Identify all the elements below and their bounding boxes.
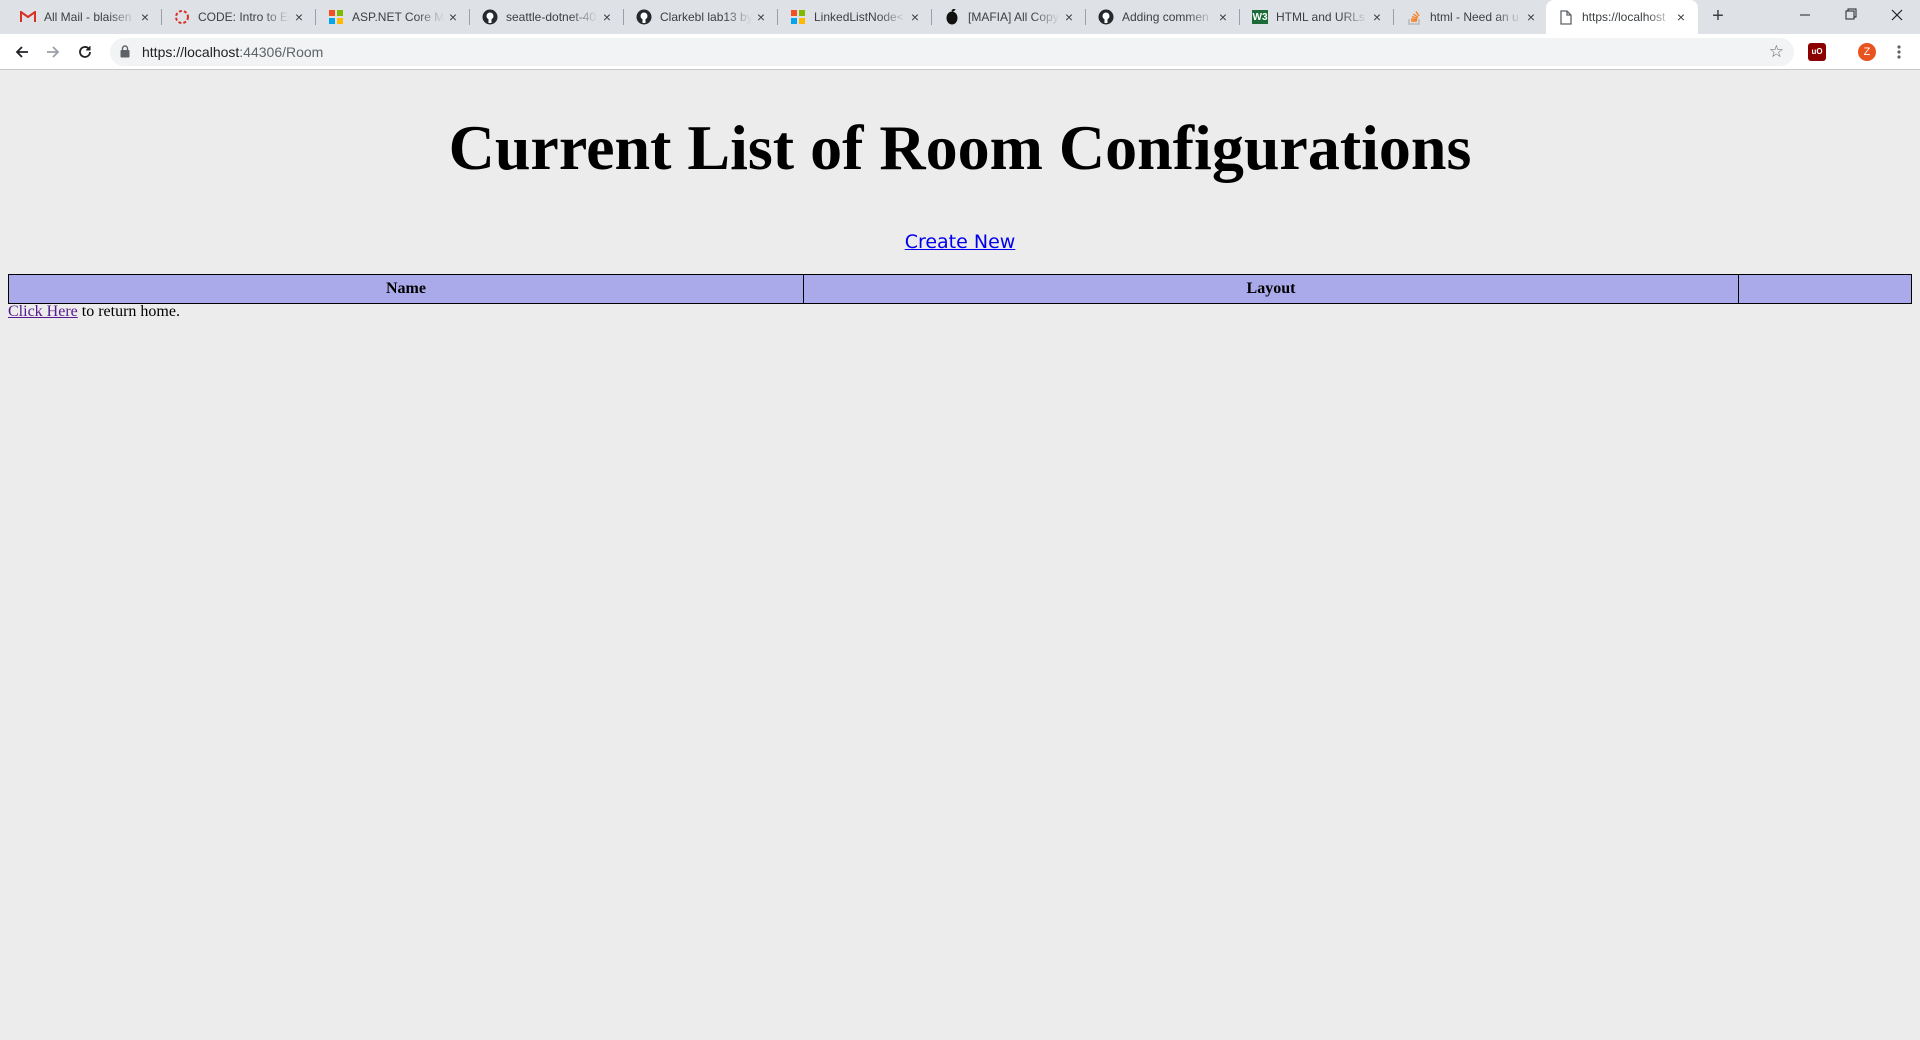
microsoft-icon: [790, 9, 806, 25]
page-content: Current List of Room Configurations Crea…: [0, 71, 1920, 1040]
arrow-right-icon: [47, 46, 60, 58]
profile-avatar[interactable]: Z: [1858, 43, 1876, 61]
tab-title: CODE: Intro to En: [198, 10, 290, 24]
tab-title: All Mail - blaisen: [44, 10, 132, 24]
mafia-icon: [944, 9, 960, 25]
reload-button[interactable]: [73, 40, 97, 64]
close-tab-icon[interactable]: ×: [1370, 10, 1384, 24]
table-header-row: Name Layout: [8, 274, 1912, 304]
w3schools-icon: W3: [1252, 10, 1268, 24]
tab-title: Adding commen: [1122, 10, 1209, 24]
browser-tab[interactable]: ASP.NET Core MVC ×: [316, 0, 470, 34]
tab-title: seattle-dotnet-40: [506, 10, 597, 24]
reload-icon: [79, 46, 91, 58]
forward-button[interactable]: [41, 40, 65, 64]
browser-tab[interactable]: Clarkebl lab13 by ×: [624, 0, 778, 34]
close-tab-icon[interactable]: ×: [908, 10, 922, 24]
browser-tab[interactable]: seattle-dotnet-40 ×: [470, 0, 624, 34]
browser-tab[interactable]: CODE: Intro to En ×: [162, 0, 316, 34]
minimize-button[interactable]: [1782, 0, 1828, 30]
browser-tab[interactable]: W3 HTML and URLs ×: [1240, 0, 1394, 34]
address-bar[interactable]: https://localhost:44306/Room ☆: [110, 38, 1794, 66]
room-configurations-table: Name Layout: [8, 274, 1912, 304]
browser-tab[interactable]: All Mail - blaisen ×: [8, 0, 162, 34]
page-title: Current List of Room Configurations: [448, 112, 1472, 183]
close-tab-icon[interactable]: ×: [1674, 10, 1688, 24]
github-icon: [1098, 9, 1114, 25]
menu-kebab-icon[interactable]: [1890, 43, 1908, 61]
bookmark-star-icon[interactable]: ☆: [1769, 42, 1784, 62]
tab-title: LinkedListNode<: [814, 10, 904, 24]
url-host: https://localhost: [142, 44, 240, 60]
tab-title: https://localhost: [1582, 10, 1666, 24]
browser-tab[interactable]: [MAFIA] All Copy ×: [932, 0, 1086, 34]
tab-title: [MAFIA] All Copy: [968, 10, 1059, 24]
create-new-link[interactable]: Create New: [905, 231, 1016, 253]
close-tab-icon[interactable]: ×: [1524, 10, 1538, 24]
column-header-layout: Layout: [803, 274, 1739, 304]
arrow-left-icon: [15, 46, 28, 58]
column-header-actions: [1738, 274, 1912, 304]
gmail-icon: [20, 9, 36, 25]
url-path: :44306/Room: [239, 44, 324, 60]
lock-icon: [120, 45, 130, 63]
return-home-line: Click Here to return home.: [8, 303, 180, 321]
close-window-button[interactable]: [1874, 0, 1920, 30]
column-header-name: Name: [8, 274, 804, 304]
browser-toolbar: https://localhost:44306/Room ☆ uO Z: [0, 34, 1920, 70]
microsoft-icon: [328, 9, 344, 25]
github-icon: [482, 9, 498, 25]
url-text: https://localhost:44306/Room: [142, 44, 323, 60]
close-tab-icon[interactable]: ×: [1216, 10, 1230, 24]
page-icon: [1558, 9, 1574, 25]
return-home-text: to return home.: [77, 303, 180, 320]
browser-tab-strip: All Mail - blaisen × CODE: Intro to En ×…: [0, 0, 1920, 34]
close-tab-icon[interactable]: ×: [1062, 10, 1076, 24]
return-home-link[interactable]: Click Here: [8, 303, 78, 320]
browser-tab[interactable]: Adding commen ×: [1086, 0, 1240, 34]
close-tab-icon[interactable]: ×: [138, 10, 152, 24]
create-new-container: Create New: [0, 231, 1920, 253]
tab-title: HTML and URLs: [1276, 10, 1365, 24]
tab-title: html - Need an u: [1430, 10, 1519, 24]
close-tab-icon[interactable]: ×: [600, 10, 614, 24]
github-icon: [636, 9, 652, 25]
browser-tab-active[interactable]: https://localhost ×: [1546, 0, 1698, 34]
close-tab-icon[interactable]: ×: [754, 10, 768, 24]
close-tab-icon[interactable]: ×: [292, 10, 306, 24]
restore-button[interactable]: [1828, 0, 1874, 30]
code-fellows-icon: [174, 9, 190, 25]
browser-tab[interactable]: html - Need an u ×: [1394, 0, 1548, 34]
ublock-extension-icon[interactable]: uO: [1808, 43, 1826, 61]
new-tab-button[interactable]: +: [1706, 6, 1730, 28]
browser-tab[interactable]: LinkedListNode< ×: [778, 0, 932, 34]
close-tab-icon[interactable]: ×: [446, 10, 460, 24]
stackoverflow-icon: [1406, 9, 1422, 25]
tab-title: ASP.NET Core MVC: [352, 10, 444, 24]
back-button[interactable]: [10, 40, 34, 64]
tab-title: Clarkebl lab13 by: [660, 10, 752, 24]
